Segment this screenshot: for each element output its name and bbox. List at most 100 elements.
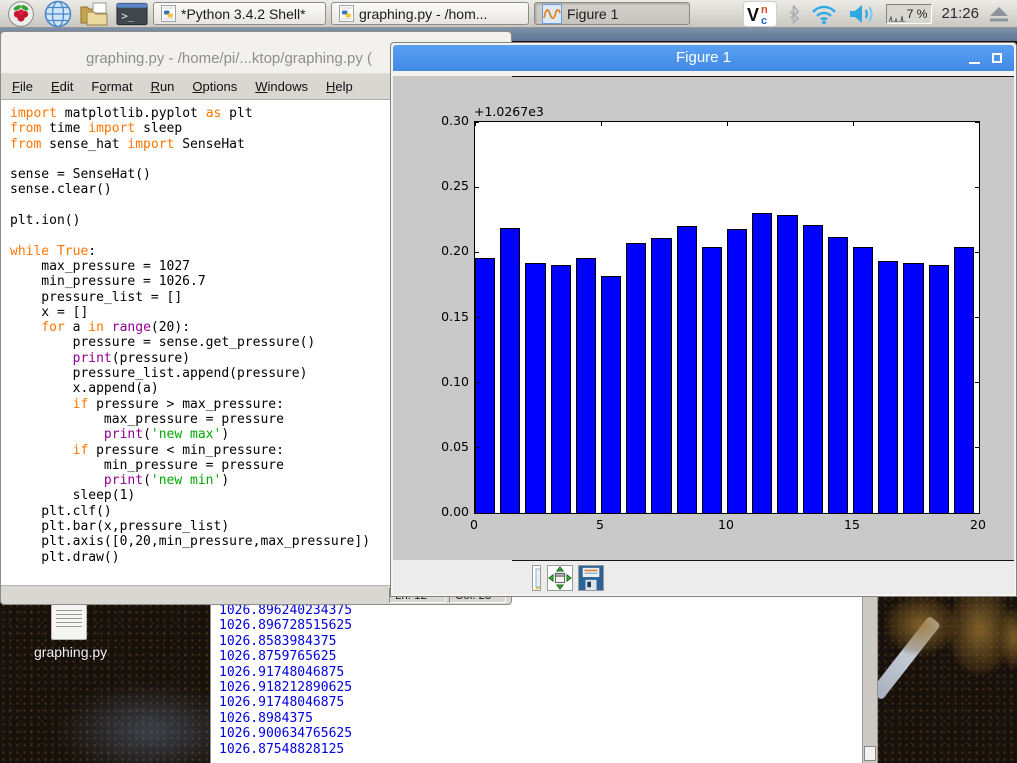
shell-output-line: 1026.8759765625 (219, 649, 352, 664)
editor-title: graphing.py - /home/pi/...ktop/graphing.… (86, 50, 372, 67)
scrollbar-thumb[interactable] (864, 746, 876, 761)
desktop-icon-graphing-py[interactable]: graphing.py (34, 604, 104, 660)
figure-titlebar[interactable]: Figure 1 (393, 45, 1014, 71)
axis-tick (475, 447, 479, 448)
file-icon (51, 604, 87, 640)
menu-file[interactable]: File (3, 75, 42, 98)
bar (601, 276, 621, 513)
axis-tick (475, 317, 479, 318)
bar (677, 226, 697, 513)
cpu-graph (889, 14, 907, 22)
axis-tick (975, 447, 979, 448)
volume-icon[interactable] (847, 2, 877, 26)
shell-output-line: 1026.87548828125 (219, 742, 352, 757)
taskbar-button-python-3-4-2-shell[interactable]: *Python 3.4.2 Shell* (153, 2, 326, 25)
terminal-icon[interactable]: >_ (116, 1, 148, 27)
y-tick-label: 0.15 (393, 309, 469, 324)
raspberry-icon (8, 1, 34, 27)
minimize-button[interactable] (966, 45, 984, 71)
bar (702, 247, 722, 513)
shell-output-line: 1026.896240234375 (219, 603, 352, 618)
bar (828, 237, 848, 513)
bar (777, 215, 797, 513)
bar (853, 247, 873, 513)
axis-tick (979, 509, 980, 513)
shell-output-line: 1026.896728515625 (219, 618, 352, 633)
axis-tick (475, 509, 476, 513)
taskbar-button-label: Figure 1 (567, 6, 618, 22)
bar (954, 247, 974, 513)
zoom-tool-icon[interactable] (532, 565, 541, 591)
cpu-percent: 7 % (907, 7, 928, 21)
x-tick-label: 15 (832, 517, 872, 532)
figure-canvas: +1.0267e3 0.000.050.100.150.200.250.30 0… (393, 76, 1014, 560)
taskbar: >_ *Python 3.4.2 Shell*graphing.py - /ho… (0, 0, 1017, 28)
bar (551, 265, 571, 513)
wifi-icon[interactable] (810, 2, 838, 25)
bluetooth-icon[interactable] (786, 3, 801, 25)
y-tick-label: 0.10 (393, 374, 469, 389)
plot-area (474, 121, 980, 514)
axis-tick (853, 509, 854, 513)
axis-tick (475, 122, 476, 126)
bar (475, 258, 495, 513)
shell-output-line: 1026.8984375 (219, 711, 352, 726)
figure-window: Figure 1 +1.0267e3 0.000.050.100.150.200… (390, 42, 1017, 597)
svg-text:>_: >_ (121, 9, 134, 22)
bar (752, 213, 772, 513)
configure-subplots-icon[interactable] (547, 565, 573, 591)
menu-options[interactable]: Options (183, 75, 246, 98)
desktop-screen: graphing.py 1026.8962402343751026.896728… (0, 0, 1017, 763)
x-tick-label: 5 (580, 517, 620, 532)
desktop-icon-label: graphing.py (34, 644, 104, 660)
web-browser-icon[interactable] (42, 1, 74, 27)
figure-toolbar (393, 560, 1014, 594)
axis-tick (475, 122, 479, 123)
bar (525, 263, 545, 513)
shell-output-line: 1026.918212890625 (219, 680, 352, 695)
bar (500, 228, 520, 513)
file-manager-icon[interactable] (79, 1, 111, 27)
menu-run[interactable]: Run (142, 75, 184, 98)
bar (651, 238, 671, 513)
bar-chart (475, 122, 979, 513)
eject-icon[interactable] (988, 5, 1010, 23)
menu-help[interactable]: Help (317, 75, 362, 98)
bar (803, 225, 823, 513)
bar (878, 261, 898, 513)
taskbar-button-graphing-py-hom[interactable]: graphing.py - /hom... (331, 2, 529, 25)
axis-tick (975, 187, 979, 188)
grass-tuft (886, 596, 956, 654)
vnc-icon[interactable]: V n c (743, 1, 777, 27)
shell-output-line: 1026.91748046875 (219, 665, 352, 680)
app-menu-button[interactable] (5, 1, 37, 27)
axis-tick (475, 187, 479, 188)
save-figure-icon[interactable] (578, 565, 604, 591)
shell-scrollbar[interactable] (862, 597, 877, 763)
axis-tick (601, 509, 602, 513)
bar (903, 263, 923, 513)
shell-output-line: 1026.91748046875 (219, 695, 352, 710)
bar (929, 265, 949, 513)
menu-windows[interactable]: Windows (246, 75, 317, 98)
matplotlib-wave-icon (542, 4, 562, 24)
menu-edit[interactable]: Edit (42, 75, 82, 98)
menu-format[interactable]: Format (82, 75, 141, 98)
shell-output-line: 1026.900634765625 (219, 726, 352, 741)
cpu-monitor[interactable]: 7 % (886, 4, 932, 24)
y-tick-label: 0.25 (393, 178, 469, 193)
bar (576, 258, 596, 513)
bar (727, 229, 747, 513)
clock[interactable]: 21:26 (941, 5, 979, 22)
system-tray: V n c (743, 1, 1012, 27)
svg-text:c: c (761, 15, 767, 27)
axis-tick (979, 122, 980, 126)
taskbar-button-figure-1[interactable]: Figure 1 (534, 2, 690, 25)
python-file-icon (161, 5, 176, 22)
axis-tick (853, 122, 854, 126)
y-tick-label: 0.30 (393, 113, 469, 128)
figure-title: Figure 1 (393, 49, 1014, 66)
axis-tick (475, 382, 479, 383)
shell-output-line: 1026.8583984375 (219, 634, 352, 649)
maximize-button[interactable] (989, 45, 1007, 71)
